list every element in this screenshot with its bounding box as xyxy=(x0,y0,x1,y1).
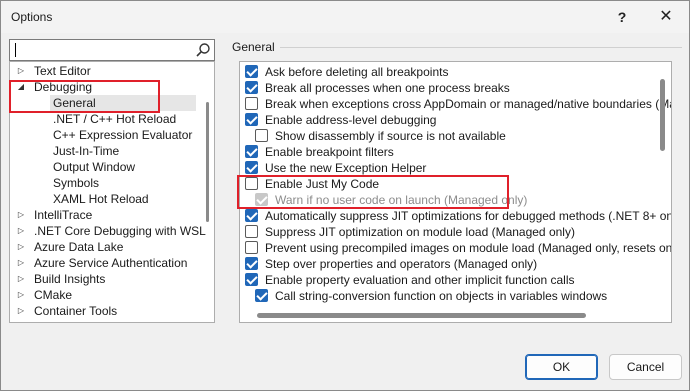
tree-item-label: Symbols xyxy=(53,176,100,190)
collapsed-arrow-icon[interactable]: ▷ xyxy=(16,63,26,79)
search-input[interactable] xyxy=(9,39,215,61)
highlight-just-my-code xyxy=(237,175,509,209)
options-dialog: Options ? ✕ ▷ Container Tools ▷ CMake ▷ Build… xyxy=(0,0,690,391)
tree-item-label: Output Window xyxy=(53,160,136,174)
title-bar: Options ? ✕ xyxy=(1,1,689,33)
collapsed-arrow-icon[interactable]: ▷ xyxy=(16,223,26,239)
text-caret xyxy=(15,43,16,57)
tree-item-label: Azure Service Authentication xyxy=(34,256,188,270)
tree-item-label: C++ Expression Evaluator xyxy=(53,128,193,142)
option-label: Enable property evaluation and other imp… xyxy=(265,273,575,287)
options-vertical-scrollbar[interactable] xyxy=(660,79,665,151)
tree-item-label: .NET / C++ Hot Reload xyxy=(53,112,177,126)
tree-item[interactable]: ▷ .NET Core Debugging with WSL xyxy=(10,223,206,239)
checkbox-checked[interactable] xyxy=(245,145,258,158)
options-horizontal-scrollbar[interactable] xyxy=(257,313,586,318)
search-icon[interactable] xyxy=(195,42,211,58)
checkbox-checked[interactable] xyxy=(245,113,258,126)
highlight-debugging-general xyxy=(9,80,160,113)
tree-item[interactable]: XAML Hot Reload xyxy=(50,191,196,207)
option-label: Suppress JIT optimization on module load… xyxy=(265,225,575,239)
collapsed-arrow-icon[interactable]: ▷ xyxy=(16,255,26,271)
collapsed-arrow-icon[interactable]: ▷ xyxy=(16,239,26,255)
help-button[interactable]: ? xyxy=(607,5,637,29)
window-title: Options xyxy=(11,10,53,24)
option-label: Show disassembly if source is not availa… xyxy=(275,129,506,143)
option-label: Automatically suppress JIT optimizations… xyxy=(265,209,672,223)
checkbox-checked[interactable] xyxy=(245,81,258,94)
tree-item[interactable]: ▷ Azure Data Lake xyxy=(10,239,206,255)
checkbox-checked[interactable] xyxy=(245,65,258,78)
checkbox-unchecked[interactable] xyxy=(245,97,258,110)
checkbox-checked[interactable] xyxy=(245,257,258,270)
tree-item[interactable]: ▷ Azure Service Authentication xyxy=(10,255,206,271)
collapsed-arrow-icon[interactable]: ▷ xyxy=(16,303,26,319)
checkbox-checked[interactable] xyxy=(245,209,258,222)
option-label: Ask before deleting all breakpoints xyxy=(265,65,449,79)
tree-item-label: Azure Data Lake xyxy=(34,240,124,254)
tree-item[interactable]: Output Window xyxy=(50,159,196,175)
tree-item[interactable]: C++ Expression Evaluator xyxy=(50,127,196,143)
option-label: Enable breakpoint filters xyxy=(265,145,394,159)
checkbox-checked[interactable] xyxy=(245,273,258,286)
tree-item-label: Build Insights xyxy=(34,272,106,286)
option-label: Break when exceptions cross AppDomain or… xyxy=(265,97,671,111)
tree-item[interactable]: ▷ Build Insights xyxy=(10,271,206,287)
tree-item-label: Just-In-Time xyxy=(53,144,120,158)
collapsed-arrow-icon[interactable]: ▷ xyxy=(16,271,26,287)
tree-item-label: IntelliTrace xyxy=(34,208,93,222)
tree-item[interactable]: Symbols xyxy=(50,175,196,191)
checkbox-checked[interactable] xyxy=(245,161,258,174)
tree-item[interactable]: .NET / C++ Hot Reload xyxy=(50,111,196,127)
tree-item-label: .NET Core Debugging with WSL xyxy=(34,224,206,238)
option-label: Prevent using precompiled images on modu… xyxy=(265,241,672,255)
checkbox-unchecked[interactable] xyxy=(255,129,268,142)
tree-item[interactable]: ▷ Container Tools xyxy=(10,303,206,319)
collapsed-arrow-icon[interactable]: ▷ xyxy=(16,207,26,223)
group-divider xyxy=(280,47,682,48)
tree-item[interactable]: ▷ IntelliTrace xyxy=(10,207,206,223)
tree-item-label: CMake xyxy=(34,288,73,302)
tree-item-label: Container Tools xyxy=(34,304,118,318)
tree-item[interactable]: ▷ CMake xyxy=(10,287,206,303)
option-label: Enable address-level debugging xyxy=(265,113,437,127)
tree-item-label: Text Editor xyxy=(34,64,91,78)
checkbox-unchecked[interactable] xyxy=(245,241,258,254)
ok-button[interactable]: OK xyxy=(525,354,598,380)
option-label: Step over properties and operators (Mana… xyxy=(265,257,538,271)
cancel-button[interactable]: Cancel xyxy=(609,354,682,380)
tree-scrollbar[interactable] xyxy=(206,102,209,222)
checkbox-checked[interactable] xyxy=(255,289,268,302)
collapsed-arrow-icon[interactable]: ▷ xyxy=(16,287,26,303)
close-button[interactable]: ✕ xyxy=(651,5,681,29)
tree-item[interactable]: ▷ Text Editor xyxy=(10,63,206,79)
tree-item-label: XAML Hot Reload xyxy=(53,192,149,206)
group-title: General xyxy=(232,40,275,54)
tree-item[interactable]: Just-In-Time xyxy=(50,143,196,159)
checkbox-unchecked[interactable] xyxy=(245,225,258,238)
option-label: Break all processes when one process bre… xyxy=(265,81,510,95)
option-label: Call string-conversion function on objec… xyxy=(275,289,608,303)
option-label: Use the new Exception Helper xyxy=(265,161,427,175)
